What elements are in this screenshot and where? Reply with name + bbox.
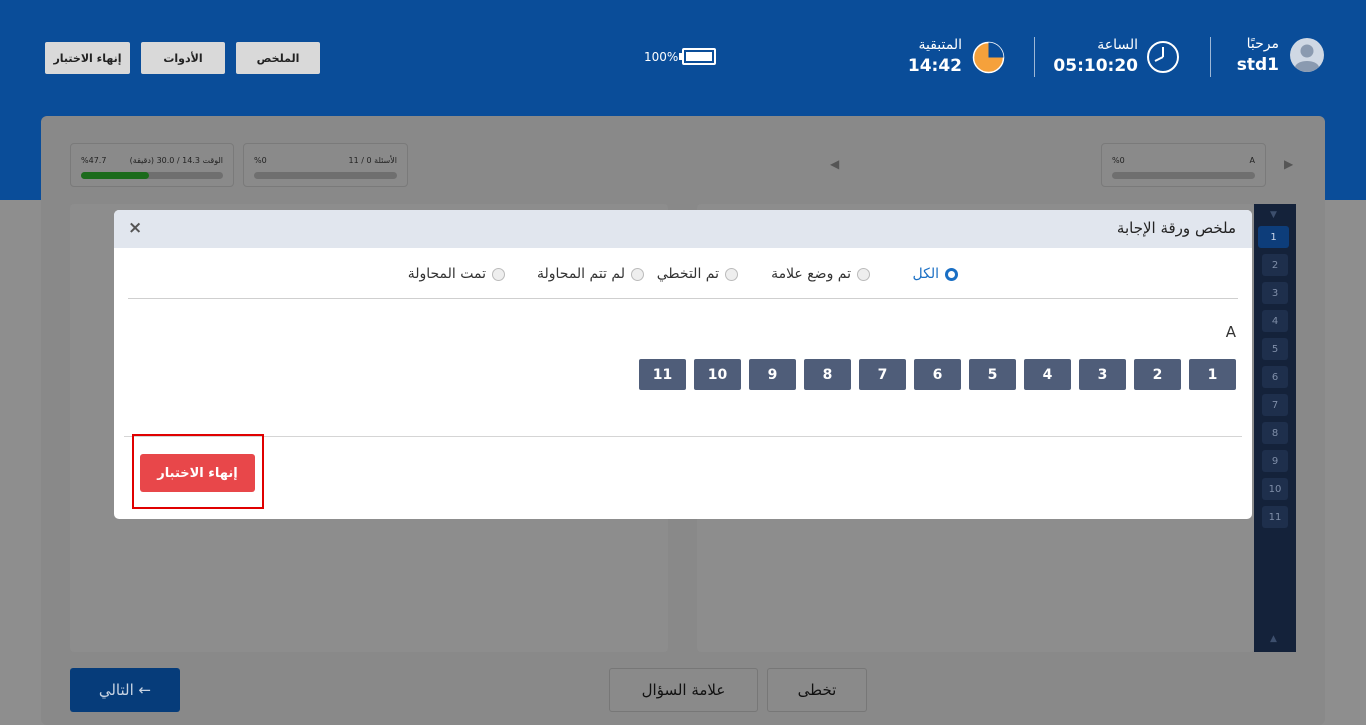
close-icon[interactable]: ×	[128, 218, 142, 238]
end-exam-header-button[interactable]: إنهاء الاختبار	[45, 42, 130, 74]
section-progress-card: %0 A	[1101, 143, 1266, 187]
radio-icon[interactable]	[492, 267, 505, 281]
question-button-11[interactable]: 11	[639, 359, 686, 390]
section-name: A	[1249, 156, 1255, 165]
time-percent: %47.7	[81, 156, 107, 165]
question-navigator: ▼ 1 2 3 4 5 6 7 8 9 10 11 ▲	[1254, 204, 1296, 652]
filter-flagged[interactable]: تم وضع علامة	[771, 266, 870, 282]
question-button-10[interactable]: 10	[694, 359, 741, 390]
nav-question-11[interactable]: 11	[1262, 506, 1288, 528]
radio-icon[interactable]	[631, 267, 644, 281]
status-filters: الكل تم وضع علامة تم التخطي لم تتم المحا…	[114, 266, 1252, 288]
nav-question-4[interactable]: 4	[1262, 310, 1288, 332]
questions-progress-card: %0 الأسئلة 0 / 11	[243, 143, 408, 187]
time-progress-bar	[81, 172, 223, 179]
next-button[interactable]: التالي ←	[70, 668, 180, 712]
scroll-left-icon[interactable]: ◀	[830, 157, 839, 171]
radio-checked-icon[interactable]	[945, 267, 958, 281]
time-progress-card: %47.7 الوقت 14.3 / 30.0 (دقيقة)	[70, 143, 234, 187]
question-button-6[interactable]: 6	[914, 359, 961, 390]
user-name: std1	[1236, 55, 1279, 75]
filter-attempted-label: تمت المحاولة	[407, 266, 486, 282]
questions-percent: %0	[254, 156, 267, 165]
scroll-right-icon[interactable]: ▶	[1284, 157, 1293, 171]
question-button-3[interactable]: 3	[1079, 359, 1126, 390]
nav-question-3[interactable]: 3	[1262, 282, 1288, 304]
battery-icon	[679, 48, 716, 65]
avatar	[1290, 38, 1324, 72]
nav-question-6[interactable]: 6	[1262, 366, 1288, 388]
answer-sheet-summary-modal: ملخص ورقة الإجابة × الكل تم وضع علامة تم…	[114, 210, 1252, 519]
nav-question-1[interactable]: 1	[1258, 226, 1289, 248]
nav-question-7[interactable]: 7	[1262, 394, 1288, 416]
filter-flagged-label: تم وضع علامة	[771, 266, 851, 282]
clock-label: الساعة	[1097, 37, 1138, 53]
remaining-value: 14:42	[907, 56, 962, 76]
questions-progress-bar	[254, 172, 397, 179]
scroll-up-icon[interactable]: ▼	[1270, 210, 1277, 220]
nav-question-9[interactable]: 9	[1262, 450, 1288, 472]
filter-all[interactable]: الكل	[912, 266, 958, 282]
remaining-label: المتبقية	[918, 37, 962, 53]
highlight-box	[132, 434, 264, 509]
filter-attempted[interactable]: تمت المحاولة	[408, 266, 505, 282]
header-divider	[1210, 37, 1211, 77]
question-button-4[interactable]: 4	[1024, 359, 1071, 390]
tools-button[interactable]: الأدوات	[141, 42, 225, 74]
question-button-8[interactable]: 8	[804, 359, 851, 390]
section-percent: %0	[1112, 156, 1125, 165]
time-text: الوقت 14.3 / 30.0 (دقيقة)	[129, 156, 223, 165]
question-button-5[interactable]: 5	[969, 359, 1016, 390]
flag-question-button[interactable]: علامة السؤال	[609, 668, 758, 712]
nav-question-5[interactable]: 5	[1262, 338, 1288, 360]
radio-icon[interactable]	[725, 267, 738, 281]
greeting-label: مرحبًا	[1246, 36, 1279, 52]
clock-value: 05:10:20	[1053, 56, 1138, 76]
filter-not-attempted-label: لم تتم المحاولة	[536, 266, 625, 282]
nav-question-2[interactable]: 2	[1262, 254, 1288, 276]
question-button-2[interactable]: 2	[1134, 359, 1181, 390]
header-divider	[1034, 37, 1035, 77]
radio-icon[interactable]	[857, 267, 870, 281]
nav-question-8[interactable]: 8	[1262, 422, 1288, 444]
summary-button[interactable]: الملخص	[236, 42, 320, 74]
section-progress-bar	[1112, 172, 1255, 179]
question-button-9[interactable]: 9	[749, 359, 796, 390]
divider	[128, 298, 1238, 299]
clock-icon	[1147, 41, 1179, 73]
nav-question-10[interactable]: 10	[1262, 478, 1288, 500]
questions-text: الأسئلة 0 / 11	[348, 156, 397, 165]
pie-timer-icon	[972, 41, 1005, 74]
battery-percent: 100%	[644, 50, 679, 64]
filter-not-attempted[interactable]: لم تتم المحاولة	[537, 266, 644, 282]
filter-skipped[interactable]: تم التخطي	[657, 266, 738, 282]
skip-button[interactable]: تخطى	[767, 668, 867, 712]
filter-all-label: الكل	[912, 266, 940, 282]
scroll-down-icon[interactable]: ▲	[1270, 634, 1277, 644]
divider	[124, 436, 1242, 437]
question-button-1[interactable]: 1	[1189, 359, 1236, 390]
filter-skipped-label: تم التخطي	[656, 266, 719, 282]
modal-header: ملخص ورقة الإجابة ×	[114, 210, 1252, 248]
section-label: A	[1225, 323, 1236, 341]
question-button-7[interactable]: 7	[859, 359, 906, 390]
modal-title: ملخص ورقة الإجابة	[1116, 219, 1236, 237]
